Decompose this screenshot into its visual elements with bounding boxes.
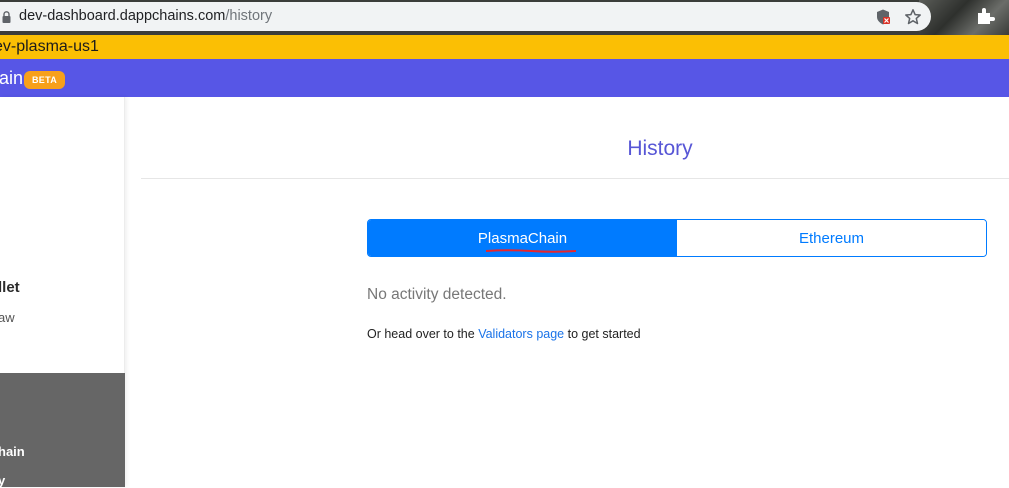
sidebar-item-chain[interactable]: hain bbox=[0, 444, 25, 459]
title-divider bbox=[141, 178, 1009, 179]
extension-icon[interactable] bbox=[975, 6, 995, 26]
star-icon[interactable] bbox=[904, 8, 922, 26]
app-header: ain BETA bbox=[0, 59, 1009, 97]
spellcheck-underline bbox=[486, 249, 576, 253]
environment-banner: ev-plasma-us1 bbox=[0, 35, 1009, 59]
hint-suffix: to get started bbox=[567, 327, 641, 341]
empty-state-message: No activity detected. bbox=[367, 286, 507, 303]
lock-icon[interactable] bbox=[2, 11, 11, 23]
sidebar-wallet-title[interactable]: llet bbox=[0, 279, 20, 296]
page-title: History bbox=[627, 137, 693, 160]
sidebar: llet aw hain y bbox=[0, 97, 125, 488]
validators-page-link[interactable]: Validators page bbox=[478, 327, 564, 341]
environment-name: ev-plasma-us1 bbox=[0, 38, 99, 55]
tab-plasmachain-label: PlasmaChain bbox=[477, 229, 568, 247]
address-bar[interactable]: dev-dashboard.dappchains.com/history bbox=[0, 2, 931, 31]
hint-prefix: Or head over to the bbox=[367, 327, 475, 341]
sidebar-nav-section: hain y bbox=[0, 373, 125, 488]
sidebar-item-history[interactable]: y bbox=[0, 473, 5, 488]
shield-icon[interactable] bbox=[876, 9, 890, 25]
brand-name[interactable]: ain bbox=[0, 68, 23, 89]
beta-badge: BETA bbox=[24, 71, 65, 89]
tab-plasmachain[interactable]: PlasmaChain bbox=[368, 220, 677, 256]
empty-state-hint: Or head over to the Validators page to g… bbox=[367, 327, 641, 341]
tab-ethereum[interactable]: Ethereum bbox=[677, 220, 986, 256]
url-text[interactable]: dev-dashboard.dappchains.com/history bbox=[19, 8, 272, 24]
tab-ethereum-label: Ethereum bbox=[798, 229, 865, 247]
url-path: /history bbox=[225, 8, 273, 24]
sidebar-wallet-subtitle[interactable]: aw bbox=[0, 310, 15, 325]
chain-tabs: PlasmaChain Ethereum bbox=[367, 219, 987, 257]
url-host: dev-dashboard.dappchains.com bbox=[19, 8, 226, 24]
